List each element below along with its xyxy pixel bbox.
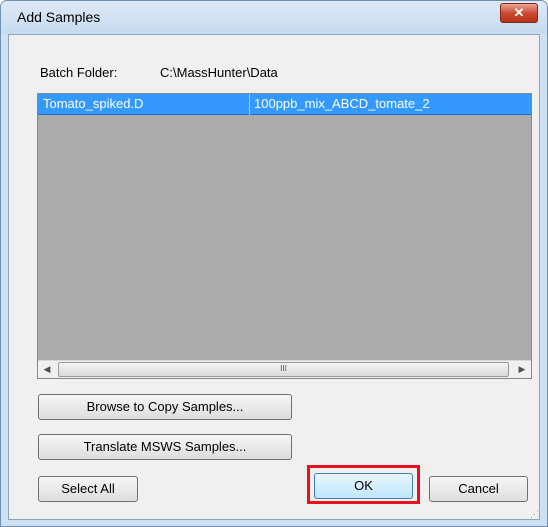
close-button[interactable]: ✕ (500, 3, 538, 23)
sample-file-cell: Tomato_spiked.D (43, 96, 144, 111)
chevron-right-icon[interactable]: ▶ (513, 361, 531, 378)
sample-name-cell: 100ppb_mix_ABCD_tomate_2 (254, 96, 430, 111)
ok-button[interactable]: OK (314, 473, 413, 499)
chevron-left-icon[interactable]: ◀ (38, 361, 56, 378)
batch-folder-label: Batch Folder: (40, 65, 118, 80)
horizontal-scrollbar[interactable]: ◀ III ▶ (38, 360, 531, 378)
scrollbar-thumb[interactable]: III (58, 362, 509, 377)
cancel-button[interactable]: Cancel (429, 476, 528, 502)
title-bar[interactable]: Add Samples ✕ (1, 1, 547, 34)
select-all-button[interactable]: Select All (38, 476, 138, 502)
translate-msws-samples-button[interactable]: Translate MSWS Samples... (38, 434, 292, 460)
close-icon: ✕ (513, 5, 525, 20)
column-divider (249, 94, 250, 115)
samples-list[interactable]: Tomato_spiked.D 100ppb_mix_ABCD_tomate_2… (37, 93, 532, 379)
batch-folder-path: C:\MassHunter\Data (160, 65, 278, 80)
list-item[interactable]: Tomato_spiked.D 100ppb_mix_ABCD_tomate_2 (38, 94, 531, 115)
browse-to-copy-samples-button[interactable]: Browse to Copy Samples... (38, 394, 292, 420)
dialog-title: Add Samples (17, 9, 101, 25)
resize-grip-icon[interactable]: ⋰ (530, 509, 540, 519)
